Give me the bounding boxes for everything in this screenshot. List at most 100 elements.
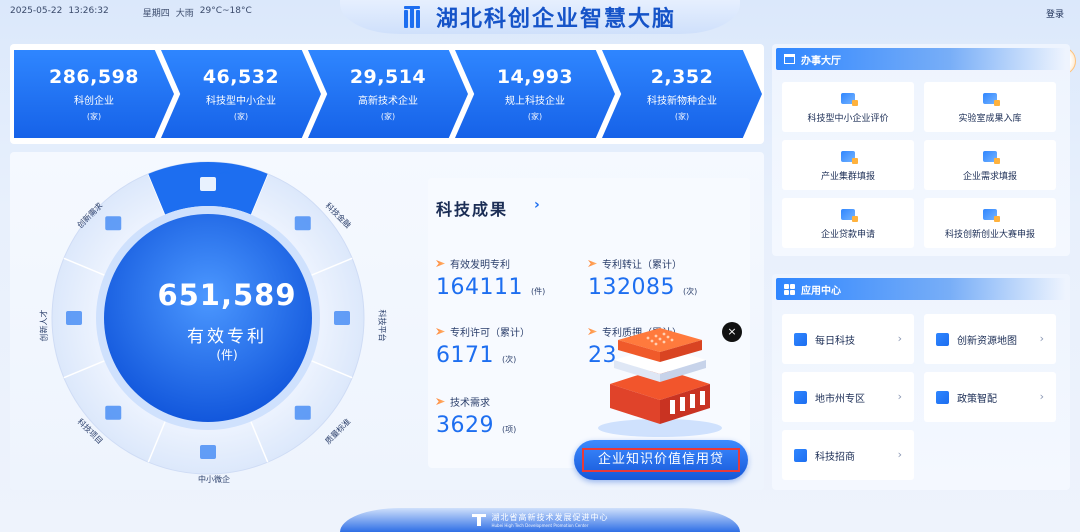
segment-label-smes[interactable]: 中小微企 bbox=[198, 474, 230, 485]
metric-value: 132085 bbox=[588, 275, 675, 300]
stat-card-high-tech[interactable]: 29,514 高新技术企业 (家) bbox=[308, 50, 468, 138]
credit-loan-popup[interactable]: × 企业知识价值信用贷 bbox=[574, 320, 750, 486]
demand-icon bbox=[983, 151, 1000, 164]
stat-unit: (家) bbox=[380, 112, 396, 121]
metric-label: 技术需求 bbox=[450, 398, 490, 409]
patent-total-unit: (件) bbox=[216, 348, 238, 362]
office-hall-card: 办事大厅 科技型中小企业评价 实验室成果入库 产业集群填报 企业需求填报 企业贷… bbox=[772, 44, 1070, 256]
app-label: 政策智配 bbox=[957, 393, 997, 405]
weather: 大雨 bbox=[175, 9, 194, 19]
segment-label-tech-results[interactable]: 科技成果 bbox=[198, 165, 230, 176]
chevron-right-icon: › bbox=[1039, 332, 1044, 345]
credit-loan-button[interactable]: 企业知识价值信用贷 bbox=[574, 440, 748, 480]
stat-value: 29,514 bbox=[349, 66, 427, 88]
stat-card-tech-enterprises[interactable]: 286,598 科创企业 (家) bbox=[14, 50, 174, 138]
metric-patent-license[interactable]: 专利许可（累计） 6171 (次) bbox=[436, 324, 530, 368]
stat-unit: (家) bbox=[674, 112, 690, 121]
stat-unit: (家) bbox=[86, 112, 102, 121]
metric-label: 专利转让（累计） bbox=[602, 260, 682, 271]
stat-label: 科技型中小企业 bbox=[206, 96, 276, 107]
segment-icon bbox=[334, 311, 350, 325]
time: 13:26:32 bbox=[68, 6, 109, 16]
patent-total-label: 有效专利 bbox=[187, 327, 267, 347]
segment-label-talent[interactable]: 创新人才 bbox=[39, 310, 50, 342]
app-center-card: 应用中心 每日科技 › 创新资源地图 › 地市州专区 › 政策智配 › 科技招商… bbox=[772, 274, 1070, 490]
stat-label: 规上科技企业 bbox=[505, 96, 565, 107]
segment-icon bbox=[294, 405, 311, 420]
chevron-right-icon: › bbox=[897, 390, 902, 403]
tile-label: 科技型中小企业评价 bbox=[807, 114, 889, 124]
stat-label: 高新技术企业 bbox=[358, 96, 418, 107]
arrow-icon bbox=[436, 260, 445, 267]
stat-value: 286,598 bbox=[48, 66, 140, 88]
app-label: 科技招商 bbox=[815, 451, 855, 463]
chevron-right-icon: › bbox=[897, 332, 902, 345]
segment-icon bbox=[66, 311, 82, 325]
tile-label: 企业贷款申请 bbox=[820, 230, 875, 240]
page-title: 湖北科创企业智慧大脑 bbox=[435, 7, 676, 32]
header: 2025-05-22 13:26:32 星期四 大雨 29°C~18°C 湖北科… bbox=[0, 0, 1080, 40]
metric-label: 专利许可（累计） bbox=[450, 328, 530, 339]
stat-value: 46,532 bbox=[202, 66, 280, 88]
temperature: 29°C~18°C bbox=[199, 6, 252, 16]
footer-banner: 湖北省高新技术发展促进中心 Hubei High Tech Developmen… bbox=[340, 508, 740, 532]
tile-loan-application[interactable]: 企业贷款申请 bbox=[782, 198, 914, 248]
tile-label: 科技创新创业大赛申报 bbox=[944, 230, 1035, 240]
tile-enterprise-demand[interactable]: 企业需求填报 bbox=[924, 140, 1056, 190]
stat-card-sme[interactable]: 46,532 科技型中小企业 (家) bbox=[161, 50, 321, 138]
segment-label-tech-platform[interactable]: 科技平台 bbox=[377, 310, 388, 342]
app-label: 每日科技 bbox=[815, 335, 855, 347]
contest-icon bbox=[983, 209, 1000, 222]
tile-label: 企业需求填报 bbox=[962, 172, 1017, 182]
metric-tech-demand[interactable]: 技术需求 3629 (项) bbox=[436, 394, 516, 438]
app-policy-match[interactable]: 政策智配 › bbox=[924, 372, 1056, 422]
wheel-center-disc bbox=[104, 214, 312, 422]
metric-patent-transfer[interactable]: 专利转让（累计） 132085 (次) bbox=[588, 256, 697, 300]
stats-banner: 286,598 科创企业 (家) 46,532 科技型中小企业 (家) 29,5… bbox=[10, 44, 764, 144]
grid-icon bbox=[784, 283, 795, 295]
close-popup-button[interactable]: × bbox=[722, 322, 742, 342]
metric-unit: (项) bbox=[502, 425, 517, 434]
daily-tech-icon bbox=[794, 332, 807, 346]
metric-unit: (次) bbox=[682, 287, 698, 296]
loan-icon bbox=[841, 209, 858, 222]
app-investment[interactable]: 科技招商 › bbox=[782, 430, 914, 480]
tile-sme-evaluation[interactable]: 科技型中小企业评价 bbox=[782, 82, 914, 132]
stat-card-above-scale[interactable]: 14,993 规上科技企业 (家) bbox=[455, 50, 615, 138]
investment-icon bbox=[794, 448, 807, 462]
logo-icon bbox=[403, 6, 430, 28]
metric-label: 有效发明专利 bbox=[450, 260, 510, 271]
stat-label: 科创企业 bbox=[74, 96, 114, 107]
metric-unit: (件) bbox=[530, 287, 546, 296]
tile-lab-results[interactable]: 实验室成果入库 bbox=[924, 82, 1056, 132]
tile-industry-cluster[interactable]: 产业集群填报 bbox=[782, 140, 914, 190]
app-daily-tech[interactable]: 每日科技 › bbox=[782, 314, 914, 364]
date: 2025-05-22 bbox=[10, 6, 63, 16]
segment-icon bbox=[105, 405, 122, 420]
tile-label: 实验室成果入库 bbox=[958, 114, 1022, 124]
stat-label: 科技新物种企业 bbox=[647, 96, 717, 107]
weekday: 星期四 bbox=[142, 9, 170, 19]
app-city-zone[interactable]: 地市州专区 › bbox=[782, 372, 914, 422]
segment-icon bbox=[200, 177, 216, 191]
datetime-weather: 2025-05-22 13:26:32 星期四 大雨 29°C~18°C bbox=[10, 6, 252, 19]
stat-card-new-species[interactable]: 2,352 科技新物种企业 (家) bbox=[602, 50, 762, 138]
metric-value: 164111 bbox=[436, 275, 523, 300]
policy-icon bbox=[936, 390, 949, 404]
tile-innovation-contest[interactable]: 科技创新创业大赛申报 bbox=[924, 198, 1056, 248]
metric-value: 6171 bbox=[436, 343, 494, 368]
segment-icon bbox=[105, 216, 122, 231]
office-hall-title: 办事大厅 bbox=[801, 55, 841, 67]
stat-unit: (家) bbox=[233, 112, 249, 121]
stat-unit: (家) bbox=[527, 112, 543, 121]
chevron-right-icon: › bbox=[897, 448, 902, 461]
chevron-right-icon[interactable]: › bbox=[534, 197, 540, 213]
app-label: 地市州专区 bbox=[815, 393, 865, 405]
app-center-title: 应用中心 bbox=[801, 285, 841, 297]
panel-title: 科技成果 bbox=[436, 200, 509, 219]
app-resource-map[interactable]: 创新资源地图 › bbox=[924, 314, 1056, 364]
metric-invention-patents[interactable]: 有效发明专利 164111 (件) bbox=[436, 256, 545, 300]
evaluation-icon bbox=[841, 93, 858, 106]
login-link[interactable]: 登录 bbox=[1046, 7, 1064, 20]
arrow-icon bbox=[436, 328, 445, 335]
